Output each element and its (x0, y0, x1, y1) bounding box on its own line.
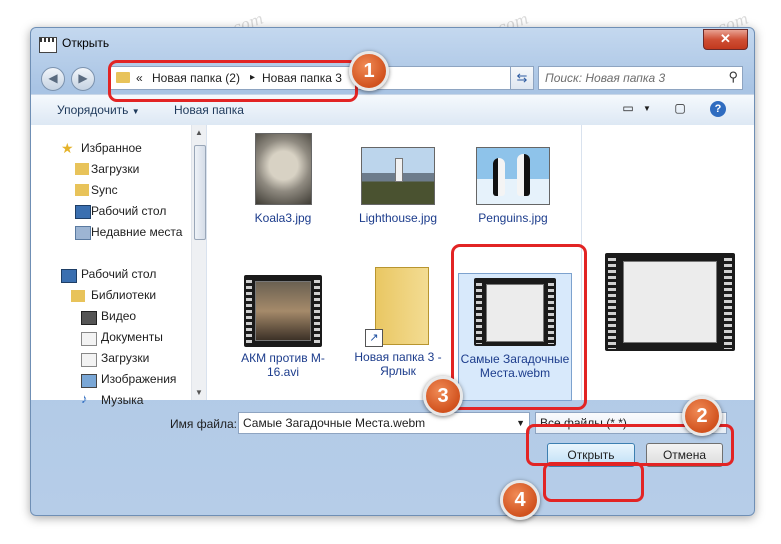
film-perforation (608, 255, 616, 349)
recent-places-icon (75, 226, 91, 240)
callout-badge-3: 3 (423, 376, 463, 416)
nav-scrollbar[interactable]: ▲ ▼ (191, 125, 206, 400)
callout-ring-address (108, 60, 358, 102)
scroll-down-icon[interactable]: ▼ (195, 388, 203, 397)
scroll-up-icon[interactable]: ▲ (195, 128, 203, 137)
search-input[interactable]: Поиск: Новая папка 3 (545, 71, 665, 85)
nav-item-downloads[interactable]: Загрузки (91, 162, 139, 176)
nav-item-recent[interactable]: Недавние места (91, 225, 182, 239)
new-folder-button[interactable]: Новая папка (174, 103, 244, 117)
filename-value: Самые Загадочные Места.webm (243, 416, 426, 430)
nav-item-downloads-lib[interactable]: Загрузки (101, 351, 149, 365)
window-title: Открыть (62, 36, 110, 50)
file-item[interactable]: Penguins.jpg (467, 133, 559, 225)
folder-icon (375, 267, 429, 345)
folder-shortcut-icon: ↗ (365, 255, 431, 347)
folder-icon (75, 184, 89, 196)
organize-button[interactable]: Упорядочить ▼ (57, 103, 140, 117)
film-perforation (246, 277, 252, 345)
koala-thumbnail (254, 133, 312, 205)
chevron-down-icon[interactable]: ▼ (638, 104, 656, 120)
search-box[interactable]: Поиск: Новая папка 3 ⚲ (538, 66, 743, 90)
content-area: ★ Избранное Загрузки Sync Рабочий стол Н… (31, 125, 754, 407)
desktop-icon (61, 269, 77, 283)
libraries-icon (71, 290, 85, 302)
nav-item-desktop-root[interactable]: Рабочий стол (81, 267, 156, 281)
search-icon[interactable]: ⚲ (728, 69, 738, 85)
chevron-down-icon: ▼ (131, 107, 140, 116)
file-item[interactable]: Lighthouse.jpg (352, 133, 444, 225)
file-name: Новая папка 3 - Ярлык (354, 350, 442, 378)
video-icon (81, 311, 97, 325)
penguin-shape-icon (493, 158, 505, 196)
film-perforation (314, 277, 320, 345)
video-frame (623, 261, 717, 343)
callout-ring-selected-file (451, 244, 587, 410)
video-thumbnail (244, 275, 322, 347)
refresh-button[interactable]: ⇆ (510, 66, 534, 90)
nav-item-desktop[interactable]: Рабочий стол (91, 204, 166, 218)
filename-input[interactable]: Самые Загадочные Места.webm ▼ (238, 412, 530, 434)
title-bar: Открыть ✕ (31, 28, 754, 58)
file-item[interactable]: Koala3.jpg (237, 133, 329, 225)
pictures-icon (81, 374, 97, 388)
preview-film-icon (605, 253, 735, 351)
nav-item-pictures[interactable]: Изображения (101, 372, 176, 386)
close-button[interactable]: ✕ (703, 29, 748, 50)
downloads-icon (81, 353, 97, 367)
preview-pane (581, 125, 754, 400)
clapperboard-icon (39, 37, 57, 53)
nav-item-favorites[interactable]: Избранное (81, 141, 142, 155)
penguins-thumbnail (476, 147, 550, 205)
film-perforation (724, 255, 732, 349)
downloads-icon (75, 163, 89, 175)
filename-label: Имя файла: (170, 417, 237, 431)
navigation-pane: ★ Избранное Загрузки Sync Рабочий стол Н… (31, 125, 207, 407)
file-name: Penguins.jpg (478, 211, 548, 225)
nav-item-libraries[interactable]: Библиотеки (91, 288, 156, 302)
callout-ring-open (543, 462, 644, 502)
nav-item-documents[interactable]: Документы (101, 330, 163, 344)
organize-label: Упорядочить (57, 103, 129, 117)
forward-button[interactable]: ▶ (71, 67, 95, 91)
callout-badge-2: 2 (682, 396, 722, 436)
chevron-down-icon[interactable]: ▼ (516, 413, 525, 433)
callout-badge-1: 1 (349, 51, 389, 91)
view-options-icon[interactable]: ▭ (619, 101, 637, 117)
file-name: АКМ против M-16.avi (241, 351, 325, 379)
desktop-icon (75, 205, 91, 219)
penguin-shape-icon (517, 154, 530, 196)
video-frame (255, 281, 311, 341)
preview-pane-icon[interactable]: ▢ (671, 101, 689, 117)
documents-icon (81, 332, 97, 346)
scrollbar-thumb[interactable] (194, 145, 206, 240)
shortcut-arrow-icon: ↗ (365, 329, 383, 347)
back-button[interactable]: ◀ (41, 67, 65, 91)
help-icon[interactable]: ? (710, 101, 726, 117)
file-item[interactable]: ↗ Новая папка 3 - Ярлык (352, 255, 444, 378)
nav-item-sync[interactable]: Sync (91, 183, 118, 197)
nav-item-video[interactable]: Видео (101, 309, 136, 323)
star-icon: ★ (61, 140, 74, 156)
lighthouse-tower-icon (395, 158, 403, 182)
lighthouse-thumbnail (361, 147, 435, 205)
file-name: Koala3.jpg (254, 211, 312, 225)
file-name: Lighthouse.jpg (358, 211, 438, 225)
callout-badge-4: 4 (500, 480, 540, 520)
file-item[interactable]: АКМ против M-16.avi (237, 275, 329, 379)
